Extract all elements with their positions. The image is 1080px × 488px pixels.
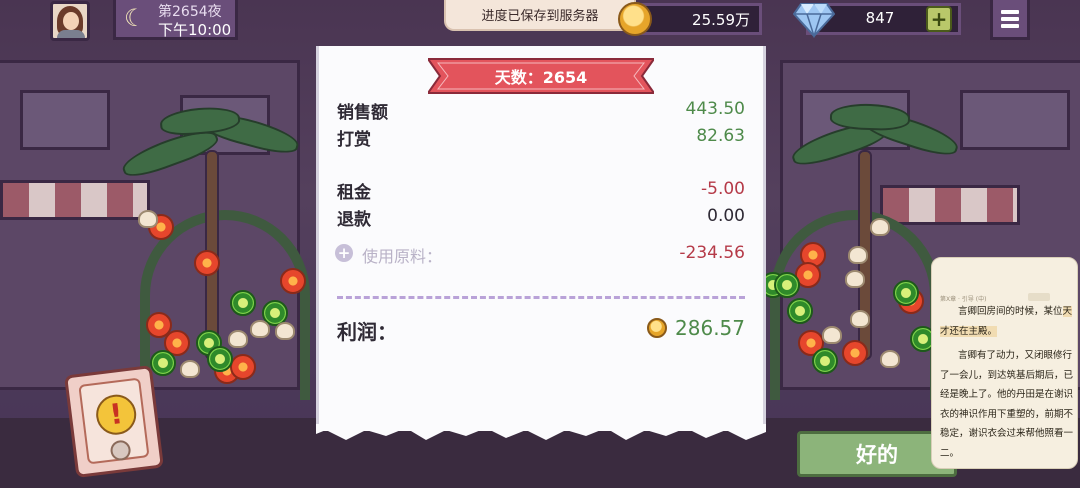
diamond-icon [793,3,835,38]
add-gems-button[interactable]: + [926,6,952,32]
gem-balance: 847 [865,9,895,27]
awning [0,180,150,220]
refund-label: 退款 [337,210,371,230]
pepper-slice [812,348,838,374]
garlic-clove [250,320,270,338]
garlic-clove [275,322,295,340]
materials-value: -234.56 [679,243,745,263]
clock-time: 下午10:00 [158,21,232,39]
garlic-clove [138,210,158,228]
coin-icon [618,2,652,36]
reader-header-badge [1028,293,1050,301]
coin-balance: 25.59万 [692,11,750,29]
materials-label: 使用原料： [362,247,443,266]
garlic-clove [880,350,900,368]
pepper-slice [230,290,256,316]
pepper-slice [207,346,233,372]
novel-reader-overlay[interactable]: 第X章 · 引导 (中) 言卿回房间的时候，某位天才还在主殿。 言卿有了动力，又… [931,257,1078,469]
plus-circle-icon[interactable]: + [335,244,353,262]
avatar-body [57,30,85,38]
coin-icon [647,318,667,338]
receipt-torn-edge [316,424,766,440]
tips-value: 82.63 [696,126,745,146]
garlic-clove [180,360,200,378]
phone-home-button [109,439,132,462]
window [960,90,1070,150]
day-title: 天数：2654 [494,68,588,87]
window [20,90,110,150]
tomato-slice [230,354,256,380]
phone-notification[interactable]: ! [64,365,164,478]
reader-text: 言卿回房间的时候，某位 [958,306,1063,317]
garlic-clove [228,330,248,348]
tomato-slice [842,340,868,366]
rent-value: -5.00 [701,179,745,199]
profit-label: 利润： [337,320,397,344]
avatar-face [63,12,79,30]
menu-bar [1001,17,1019,21]
pepper-slice [150,350,176,376]
tips-label: 打赏 [337,130,371,150]
garlic-clove [845,270,865,288]
day-counter: 第2654夜 [158,4,222,20]
day-time-panel: ☾ 第2654夜 下午10:00 [113,0,238,40]
reader-paragraph: 言卿回房间的时候，某位天才还在主殿。 [940,302,1074,341]
menu-bar [1001,24,1019,28]
menu-button[interactable] [990,0,1030,40]
profit-value: 286.57 [675,316,745,340]
sales-label: 销售额 [337,103,388,123]
garlic-clove [822,326,842,344]
garlic-clove [850,310,870,328]
receipt-divider [337,296,745,299]
pepper-slice [787,298,813,324]
garlic-clove [870,218,890,236]
tomato-slice [194,250,220,276]
reader-paragraph: 言卿有了动力，又闭眼修行了一会儿，到达筑基后期后，已经是晚上了。他的丹田是在谢识… [940,350,1074,459]
save-toast: 进度已保存到服务器 [444,0,636,31]
awning [880,185,1020,225]
refund-value: 0.00 [707,206,745,226]
moon-icon: ☾ [124,4,146,32]
menu-bar [1001,10,1019,14]
garlic-clove [848,246,868,264]
player-avatar[interactable] [50,1,90,41]
phone-screen: ! [78,377,150,465]
rent-label: 租金 [337,183,371,203]
sales-value: 443.50 [685,99,745,119]
pepper-slice [774,272,800,298]
tomato-slice [280,268,306,294]
alert-icon: ! [93,392,139,437]
pepper-slice [893,280,919,306]
